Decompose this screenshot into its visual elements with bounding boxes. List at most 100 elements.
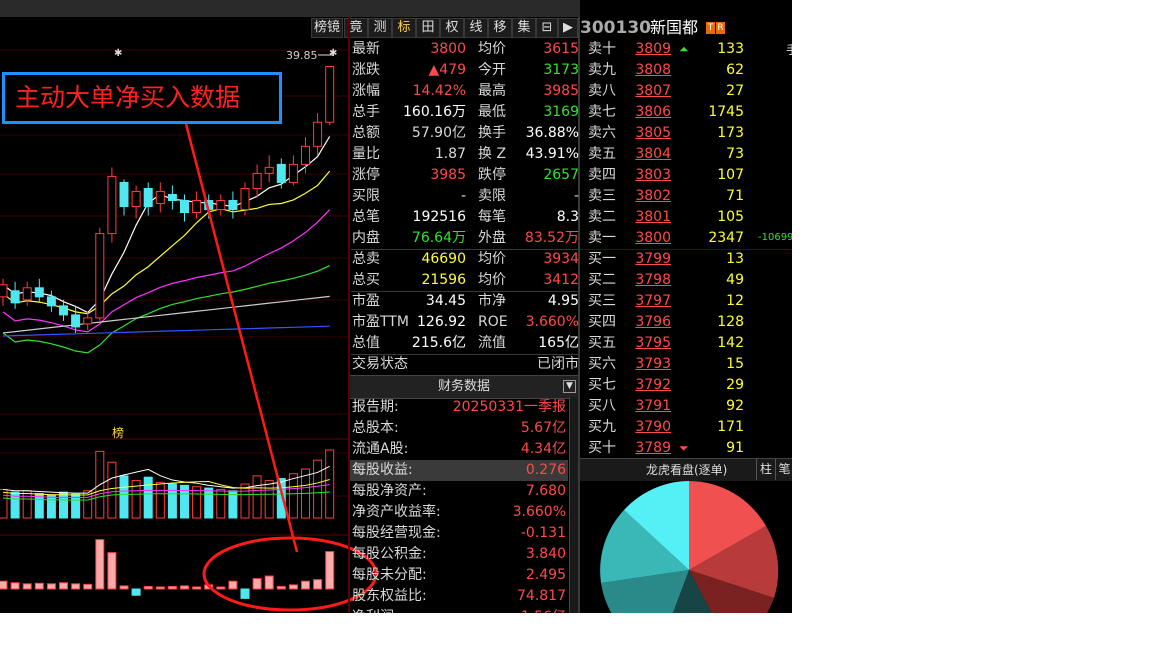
buy-level-price[interactable]: 3793 <box>587 354 671 375</box>
stock-name: 新国都 <box>650 18 699 37</box>
quote-value: 14.42% <box>412 83 466 99</box>
volume-bar <box>240 483 250 519</box>
buy-level-price[interactable]: 3790 <box>587 417 671 438</box>
chart-tool-ce[interactable]: 测 <box>368 18 392 38</box>
volume-bar <box>276 478 286 519</box>
grid-icon[interactable]: 田 <box>416 18 440 38</box>
financial-value: 5.67亿 <box>520 420 566 436</box>
sell-level-price[interactable]: 3801 <box>587 207 671 228</box>
chart-tool-quan[interactable]: 权 <box>440 18 464 38</box>
sell-level-price[interactable]: 3806 <box>587 102 671 123</box>
netbuy-bar-positive <box>59 582 68 590</box>
sell-level-price[interactable]: 3803 <box>587 165 671 186</box>
buy-level-price[interactable]: 3796 <box>587 312 671 333</box>
chart-tool-yi[interactable]: 移 <box>488 18 512 38</box>
chart-tool-ji[interactable]: 集 <box>512 18 536 38</box>
candle-up <box>313 121 323 147</box>
volume-bar <box>204 487 214 519</box>
quote-value: 3985 <box>430 167 466 183</box>
kline-chart[interactable]: ✱ ✱ <box>0 38 348 613</box>
quote-value: 3173 <box>543 62 579 78</box>
dragon-pie <box>600 481 779 613</box>
scroll-down-icon[interactable]: ⏷ <box>679 441 689 456</box>
collapse-icon[interactable]: ▼ <box>563 380 576 393</box>
volume-bar <box>143 476 153 519</box>
candle-up <box>131 190 141 208</box>
quote-value: 192516 <box>412 209 466 225</box>
buy-level-price[interactable]: 3795 <box>587 333 671 354</box>
play-icon[interactable]: ▶ <box>558 18 578 38</box>
stock-terminal-window: 榜镜竟测标田权线移集 ⊟ ▶ 300130 新国都 T R ✱ ✱ 主动大单净买入数据… <box>0 0 792 613</box>
netbuy-bar-positive <box>83 583 93 590</box>
quote-value: 83.52万 <box>524 230 579 246</box>
netbuy-bar-positive <box>288 584 298 590</box>
candle-up <box>264 166 274 174</box>
badge-r: R <box>716 22 725 34</box>
netbuy-bar-positive <box>264 575 274 590</box>
netbuy-bar-positive <box>10 582 20 590</box>
netbuy-bar-positive <box>22 583 32 590</box>
quote-value: 1.87 <box>434 146 466 162</box>
candle-up <box>0 284 8 298</box>
window-icon[interactable]: ⊟ <box>536 18 558 38</box>
netbuy-bar-positive <box>325 551 335 590</box>
quote-value: 3412 <box>543 272 579 288</box>
netbuy-bar-positive <box>252 578 262 590</box>
buy-level-price[interactable]: 3798 <box>587 270 671 291</box>
sell-level-price[interactable]: 3809 <box>587 39 671 60</box>
sell-level-price[interactable]: 3800 <box>587 228 671 249</box>
quote-value: 165亿 <box>538 335 579 351</box>
orderbook-separator <box>580 249 792 250</box>
candle-down <box>119 181 129 208</box>
sell-level-price[interactable]: 3802 <box>587 186 671 207</box>
buy-level-price[interactable]: 3791 <box>587 396 671 417</box>
quote-value: ▲479 <box>428 62 467 78</box>
divider-left <box>348 17 350 613</box>
volume-bar <box>155 482 165 519</box>
netbuy-bar-positive <box>180 585 189 590</box>
netbuy-bar-positive <box>143 585 153 590</box>
volume-bar <box>119 475 129 519</box>
netbuy-bar-positive <box>71 583 81 590</box>
candle-up <box>95 233 105 319</box>
candle-down <box>71 314 81 328</box>
quote-value: 43.91% <box>525 146 579 162</box>
netbuy-bar-positive <box>276 585 286 590</box>
peak-label: 39.85 <box>286 49 318 62</box>
volume-bar <box>192 486 202 519</box>
chart-tool-bangjing[interactable]: 榜镜 <box>311 18 343 38</box>
financial-value: 3.840 <box>525 546 566 562</box>
volume-bar <box>313 459 323 519</box>
financials-header: 财务数据 ▼ <box>350 375 578 399</box>
netbuy-bar-positive <box>204 584 214 590</box>
buy-level-price[interactable]: 3792 <box>587 375 671 396</box>
buy-level-price[interactable]: 3797 <box>587 291 671 312</box>
buy-level-price[interactable]: 3789 <box>587 438 671 459</box>
tab-column[interactable]: 柱 <box>756 459 775 480</box>
volume-bar <box>264 480 274 519</box>
candle-up <box>216 199 226 211</box>
chart-tool-xian[interactable]: 线 <box>464 18 488 38</box>
netbuy-bar-negative <box>240 588 250 599</box>
buy-level-price[interactable]: 3799 <box>587 249 671 270</box>
netbuy-bar-positive <box>34 582 44 590</box>
volume-bar <box>22 490 32 519</box>
volume-bar <box>0 488 8 519</box>
quote-value: 3615 <box>543 41 579 57</box>
tab-stroke[interactable]: 笔 <box>775 459 792 480</box>
dragon-title: 龙虎看盘(逐单) <box>646 463 728 477</box>
quote-value: 160.16万 <box>403 104 466 120</box>
netbuy-bar-positive <box>155 586 165 590</box>
sell-level-price[interactable]: 3807 <box>587 81 671 102</box>
chart-tool-biao[interactable]: 标 <box>392 18 416 38</box>
financials-scrollbar[interactable] <box>569 397 578 613</box>
candle-up <box>301 145 310 165</box>
scroll-up-icon[interactable]: ⏶ <box>679 42 689 57</box>
financial-value: -0.131 <box>520 525 566 541</box>
sell-level-price[interactable]: 3804 <box>587 144 671 165</box>
financial-value: 7.680 <box>525 483 566 499</box>
candle-up <box>252 172 262 189</box>
sell-level-price[interactable]: 3808 <box>587 60 671 81</box>
quote-value: 36.88% <box>525 125 579 141</box>
sell-level-price[interactable]: 3805 <box>587 123 671 144</box>
